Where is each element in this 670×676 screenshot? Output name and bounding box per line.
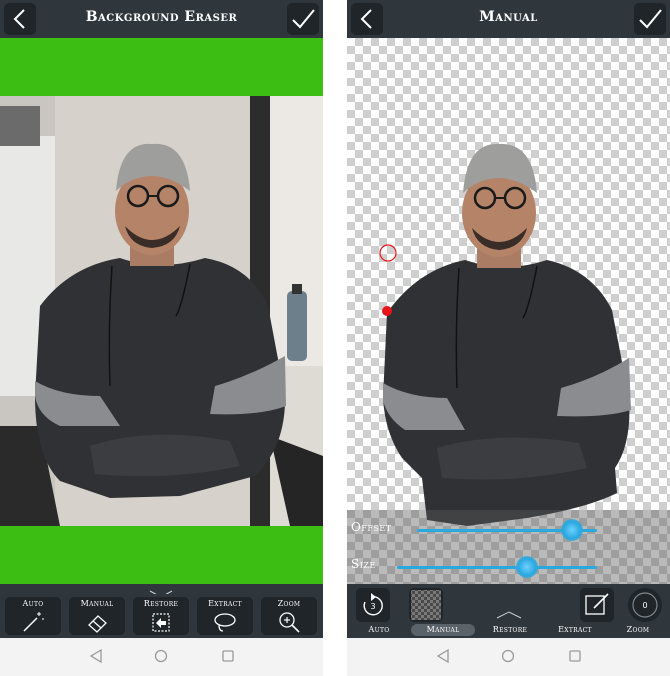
chevron-left-icon xyxy=(360,9,372,29)
undo-count: 3 xyxy=(370,602,375,611)
editing-canvas[interactable] xyxy=(0,96,323,526)
restore-tool-button[interactable]: Restore xyxy=(133,597,189,635)
tool-label: Extract xyxy=(208,599,242,608)
background-eraser-screen: Background Eraser Auto Manual Restore Ex… xyxy=(0,0,323,676)
size-slider-track[interactable] xyxy=(397,566,597,569)
auto-tool-button[interactable]: Auto xyxy=(5,597,61,635)
cutout-person xyxy=(383,143,631,526)
system-navigation-bar xyxy=(0,638,323,676)
done-button[interactable] xyxy=(634,3,666,35)
checkerboard-icon xyxy=(411,590,441,620)
tool-label: Manual xyxy=(80,599,114,608)
tab-restore[interactable]: Restore xyxy=(480,624,540,636)
undo-icon: 3 xyxy=(363,593,383,616)
tool-label: Restore xyxy=(143,599,179,608)
zoom-tool-button[interactable]: Zoom xyxy=(261,597,317,635)
chevron-up-icon[interactable] xyxy=(496,610,522,620)
back-icon[interactable] xyxy=(436,649,450,663)
checkmark-icon xyxy=(639,9,662,29)
tab-extract[interactable]: Extract xyxy=(545,624,605,636)
page-title: Manual xyxy=(479,9,538,25)
undo-button[interactable]: 3 xyxy=(356,588,390,622)
offset-slider-knob[interactable] xyxy=(560,519,583,541)
size-label: Size xyxy=(351,557,376,571)
brush-settings-button[interactable] xyxy=(580,588,614,622)
tool-label: Zoom xyxy=(277,599,301,608)
recents-icon[interactable] xyxy=(221,649,235,663)
brush-icon xyxy=(585,593,609,615)
home-icon[interactable] xyxy=(501,649,515,663)
home-icon[interactable] xyxy=(154,649,168,663)
canvas-background-top xyxy=(0,38,323,96)
page-title: Background Eraser xyxy=(85,9,238,25)
back-button[interactable] xyxy=(4,3,36,35)
offset-label: Offset xyxy=(351,520,392,534)
manual-toolbar: 3 0 Auto Manual Restore Extract Zoom xyxy=(347,584,670,638)
tab-manual[interactable]: Manual xyxy=(411,624,475,636)
eraser-cursor-point xyxy=(382,306,392,316)
restore-icon xyxy=(152,613,170,632)
top-bar: Background Eraser xyxy=(0,0,323,38)
zoom-count: 0 xyxy=(642,601,647,610)
manual-tool-button[interactable]: Manual xyxy=(69,597,125,635)
eraser-cursor-ring[interactable] xyxy=(378,243,398,263)
manual-erase-screen: Manual Offset Size 3 0 Auto Manual Resto… xyxy=(347,0,670,676)
zoom-icon xyxy=(279,612,300,633)
transparent-canvas[interactable] xyxy=(347,38,670,584)
system-navigation-bar xyxy=(347,638,670,676)
canvas-background-bottom xyxy=(0,526,323,584)
top-bar: Manual xyxy=(347,0,670,38)
toolbar-handle[interactable] xyxy=(0,584,323,598)
checkmark-icon xyxy=(292,9,315,29)
recents-icon[interactable] xyxy=(568,649,582,663)
tool-label: Auto xyxy=(22,599,44,608)
extract-icon xyxy=(214,613,236,632)
screen-divider xyxy=(323,0,347,676)
tools-toolbar: Auto Manual Restore Extract Zoom xyxy=(0,594,323,638)
done-button[interactable] xyxy=(287,3,319,35)
tab-auto[interactable]: Auto xyxy=(353,624,405,636)
eraser-icon xyxy=(88,615,107,633)
brush-settings-panel: Offset Size xyxy=(347,510,670,584)
background-preview-button[interactable] xyxy=(409,588,443,622)
chevron-left-icon xyxy=(13,9,25,29)
back-icon[interactable] xyxy=(89,649,103,663)
tab-zoom[interactable]: Zoom xyxy=(611,624,665,636)
extract-tool-button[interactable]: Extract xyxy=(197,597,253,635)
zoom-dial-icon: 0 xyxy=(632,592,658,618)
person-photo xyxy=(0,96,323,526)
size-slider-knob[interactable] xyxy=(516,556,538,578)
magic-wand-icon xyxy=(23,612,44,632)
back-button[interactable] xyxy=(351,3,383,35)
zoom-level-button[interactable]: 0 xyxy=(628,588,662,622)
